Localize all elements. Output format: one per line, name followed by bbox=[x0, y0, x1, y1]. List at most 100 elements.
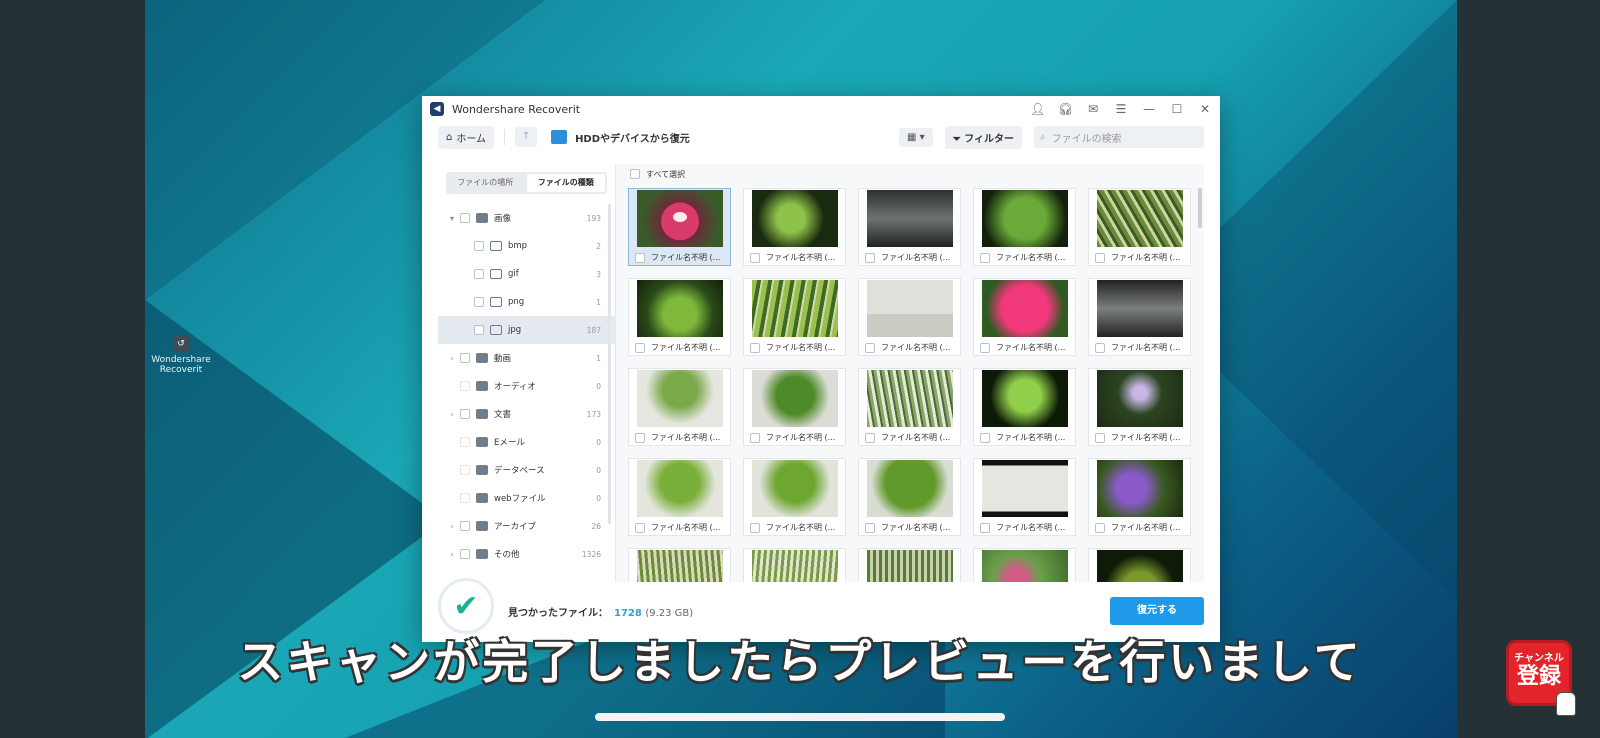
file-thumbnail-card[interactable] bbox=[743, 548, 846, 582]
file-thumbnail-card[interactable]: ファイル名不明 (... bbox=[743, 188, 846, 266]
thumbnail-image[interactable] bbox=[981, 550, 1068, 582]
thumbnail-image[interactable] bbox=[636, 280, 723, 337]
file-thumbnail-card[interactable]: ファイル名不明 (... bbox=[743, 278, 846, 356]
tab-file-type[interactable]: ファイルの種類 bbox=[526, 174, 605, 192]
filter-button[interactable]: ⏷ フィルター bbox=[944, 125, 1022, 149]
tree-item-checkbox[interactable] bbox=[460, 465, 470, 475]
file-checkbox[interactable] bbox=[635, 252, 645, 263]
tree-item-checkbox[interactable] bbox=[460, 521, 470, 531]
mail-icon[interactable]: ✉︎ bbox=[1086, 102, 1100, 116]
file-checkbox[interactable] bbox=[980, 252, 990, 263]
tree-item[interactable]: データベース 0 bbox=[438, 456, 615, 484]
thumbnail-image[interactable] bbox=[866, 370, 953, 427]
thumbnail-image[interactable] bbox=[636, 460, 723, 517]
tree-item[interactable]: › アーカイブ 26 bbox=[438, 512, 615, 540]
home-button[interactable]: ⌂ ホーム bbox=[438, 125, 495, 149]
thumbnail-image[interactable] bbox=[981, 370, 1068, 427]
thumbnail-image[interactable] bbox=[1096, 370, 1183, 427]
select-all-row[interactable]: すべて選択 bbox=[616, 164, 1204, 184]
tree-item[interactable]: gif 3 bbox=[438, 260, 615, 288]
tree-item[interactable]: bmp 2 bbox=[438, 232, 615, 260]
file-thumbnail-card[interactable] bbox=[858, 548, 961, 582]
expand-arrow-icon[interactable]: › bbox=[446, 354, 458, 363]
tree-item-checkbox[interactable] bbox=[474, 241, 484, 251]
file-checkbox[interactable] bbox=[865, 252, 875, 263]
file-checkbox[interactable] bbox=[865, 432, 875, 443]
file-thumbnail-card[interactable] bbox=[1088, 548, 1191, 582]
tree-item[interactable]: Eメール 0 bbox=[438, 428, 615, 456]
tree-item-checkbox[interactable] bbox=[460, 437, 470, 447]
maximize-button[interactable]: ☐ bbox=[1170, 102, 1184, 116]
desktop-recoverit-shortcut[interactable]: ↺ Wondershare Recoverit bbox=[150, 336, 212, 375]
file-checkbox[interactable] bbox=[980, 342, 990, 353]
thumbnail-image[interactable] bbox=[866, 550, 953, 582]
thumbnail-image[interactable] bbox=[866, 280, 953, 337]
tree-item-checkbox[interactable] bbox=[474, 297, 484, 307]
file-checkbox[interactable] bbox=[1095, 522, 1105, 533]
file-checkbox[interactable] bbox=[1095, 342, 1105, 353]
expand-arrow-icon[interactable]: ▾ bbox=[446, 214, 458, 223]
expand-arrow-icon[interactable]: › bbox=[446, 410, 458, 419]
file-checkbox[interactable] bbox=[750, 252, 760, 263]
tree-item-checkbox[interactable] bbox=[460, 409, 470, 419]
tree-item[interactable]: webファイル 0 bbox=[438, 484, 615, 512]
file-checkbox[interactable] bbox=[750, 432, 760, 443]
tree-item[interactable]: ▾ 画像 193 bbox=[438, 204, 615, 232]
expand-arrow-icon[interactable]: › bbox=[446, 550, 458, 559]
user-icon[interactable]: 👤︎ bbox=[1030, 102, 1045, 116]
file-thumbnail-card[interactable]: ファイル名不明 (... bbox=[628, 458, 731, 536]
thumbnail-image[interactable] bbox=[751, 550, 838, 582]
tree-item-checkbox[interactable] bbox=[460, 381, 470, 391]
minimize-button[interactable]: — bbox=[1142, 102, 1156, 116]
file-thumbnail-card[interactable]: ファイル名不明 (... bbox=[858, 458, 961, 536]
search-input[interactable]: ⌕ ファイルの検索 bbox=[1034, 126, 1204, 148]
file-thumbnail-card[interactable]: ファイル名不明 (... bbox=[973, 458, 1076, 536]
tree-item[interactable]: jpg 187 bbox=[438, 316, 615, 344]
thumbnail-image[interactable] bbox=[981, 190, 1068, 247]
tree-item[interactable]: › 動画 1 bbox=[438, 344, 615, 372]
file-checkbox[interactable] bbox=[635, 432, 645, 443]
tree-item[interactable]: › その他 1326 bbox=[438, 540, 615, 568]
tree-item-checkbox[interactable] bbox=[460, 353, 470, 363]
thumbnail-image[interactable] bbox=[1096, 460, 1183, 517]
tree-item[interactable]: png 1 bbox=[438, 288, 615, 316]
file-checkbox[interactable] bbox=[750, 522, 760, 533]
file-thumbnail-card[interactable]: ファイル名不明 (... bbox=[628, 188, 731, 266]
thumbnail-image[interactable] bbox=[866, 190, 953, 247]
file-checkbox[interactable] bbox=[1095, 432, 1105, 443]
thumbnail-image[interactable] bbox=[636, 550, 723, 582]
thumbnail-image[interactable] bbox=[636, 370, 723, 427]
tree-item-checkbox[interactable] bbox=[460, 493, 470, 503]
file-thumbnail-card[interactable]: ファイル名不明 (... bbox=[858, 188, 961, 266]
thumbnail-image[interactable] bbox=[866, 460, 953, 517]
thumbnail-image[interactable] bbox=[751, 460, 838, 517]
file-thumbnail-card[interactable]: ファイル名不明 (... bbox=[628, 368, 731, 446]
file-checkbox[interactable] bbox=[635, 342, 645, 353]
file-checkbox[interactable] bbox=[980, 522, 990, 533]
tree-item-checkbox[interactable] bbox=[460, 549, 470, 559]
expand-arrow-icon[interactable]: › bbox=[446, 522, 458, 531]
thumbnail-image[interactable] bbox=[981, 460, 1068, 517]
sidebar-scrollbar[interactable] bbox=[608, 204, 611, 524]
thumbnail-image[interactable] bbox=[1096, 190, 1183, 247]
file-thumbnail-card[interactable]: ファイル名不明 (... bbox=[628, 278, 731, 356]
thumbnail-image[interactable] bbox=[981, 280, 1068, 337]
file-thumbnail-card[interactable] bbox=[628, 548, 731, 582]
file-thumbnail-card[interactable]: ファイル名不明 (... bbox=[858, 368, 961, 446]
thumbnail-image[interactable] bbox=[751, 190, 838, 247]
file-thumbnail-card[interactable]: ファイル名不明 (... bbox=[743, 458, 846, 536]
tree-item[interactable]: オーディオ 0 bbox=[438, 372, 615, 400]
tree-item-checkbox[interactable] bbox=[474, 269, 484, 279]
file-thumbnail-card[interactable]: ファイル名不明 (... bbox=[1088, 278, 1191, 356]
tree-item-checkbox[interactable] bbox=[460, 213, 470, 223]
tree-item[interactable]: › 文書 173 bbox=[438, 400, 615, 428]
file-thumbnail-card[interactable]: ファイル名不明 (... bbox=[1088, 458, 1191, 536]
file-checkbox[interactable] bbox=[750, 342, 760, 353]
thumbnail-image[interactable] bbox=[1096, 280, 1183, 337]
view-mode-dropdown[interactable]: ▦ ▾ bbox=[899, 127, 933, 147]
support-headset-icon[interactable]: 🎧︎ bbox=[1058, 102, 1073, 116]
up-arrow-button[interactable]: ↑ bbox=[515, 127, 538, 147]
thumbnail-image[interactable] bbox=[1096, 550, 1183, 582]
file-thumbnail-card[interactable]: ファイル名不明 (... bbox=[973, 278, 1076, 356]
grid-scrollbar[interactable] bbox=[1198, 188, 1202, 228]
